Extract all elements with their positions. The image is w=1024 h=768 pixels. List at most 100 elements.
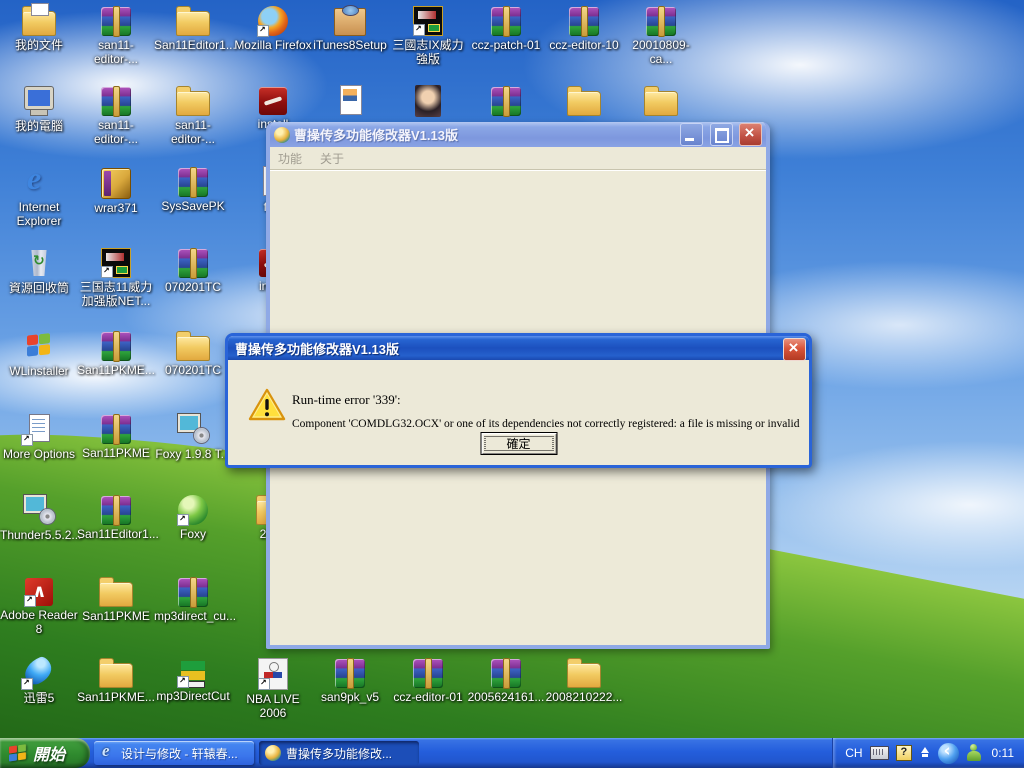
desktop-icon[interactable]: san11-editor-... (77, 5, 155, 68)
app-window-title: 曹操传多功能修改器V1.13版 (294, 125, 678, 144)
desktop-icon-label: San11PKME (82, 609, 150, 623)
round-blue-tray-icon[interactable] (938, 743, 959, 764)
desktop-icon[interactable]: 三國志IX威力強版 (389, 5, 467, 68)
desktop-icon-image (335, 659, 365, 688)
desktop-icon-image (176, 413, 210, 445)
window-controls (678, 123, 762, 146)
desktop-icon[interactable]: mp3direct_cu... (154, 576, 232, 625)
desktop-icon[interactable]: 070201TC (154, 330, 232, 379)
taskbar: 開始 设计与修改 - 轩辕春... 曹操传多功能修改... CH 0:11 (0, 738, 1024, 768)
desktop-icon-image (178, 249, 208, 278)
desktop-icon[interactable]: ccz-editor-01 (389, 657, 467, 706)
menu-item-about[interactable]: 关于 (320, 150, 344, 167)
dialog-close-button[interactable] (783, 338, 806, 361)
desktop-icon[interactable]: WLinstaller (0, 330, 78, 380)
start-label: 開始 (33, 741, 65, 765)
desktop-icon-image (22, 247, 56, 279)
desktop-icon[interactable]: 我的電腦 (0, 85, 78, 135)
hidden-icons-arrow[interactable] (919, 746, 931, 760)
desktop-icon-image (258, 6, 288, 36)
task-icon (265, 745, 281, 761)
ok-button[interactable]: 確定 (480, 432, 557, 455)
desktop-icon[interactable]: Foxy 1.9.8 T... (154, 413, 232, 463)
menu-bar: 功能 关于 (270, 147, 766, 170)
desktop-icon[interactable]: More Options (0, 413, 78, 463)
desktop-icon-label: 070201TC (165, 363, 221, 377)
desktop-icon[interactable]: San11PKME... (77, 657, 155, 706)
desktop-icon[interactable]: 2008210222... (545, 657, 623, 706)
error-text-line1: Run-time error '339': (292, 392, 401, 408)
app-window-titlebar[interactable]: 曹操传多功能修改器V1.13版 (270, 122, 766, 147)
desktop-icon[interactable]: 我的文件 (0, 5, 78, 54)
windows-logo-icon (8, 744, 28, 762)
desktop-icon[interactable]: SysSavePK (154, 166, 232, 215)
desktop-icon[interactable]: ccz-patch-01 (467, 5, 545, 54)
menu-item-function[interactable]: 功能 (278, 150, 302, 167)
desktop-icon[interactable]: San11Editor1... (154, 5, 232, 54)
desktop-icon[interactable]: san11-editor-... (154, 85, 232, 148)
desktop-icon[interactable]: San11PKME (77, 576, 155, 625)
desktop-icon-label: mp3DirectCut (156, 689, 229, 703)
desktop-icon-label: San11PKME... (77, 690, 155, 704)
desktop-icon[interactable]: San11PKME (77, 413, 155, 462)
desktop-icon[interactable]: San11PKME... (77, 330, 155, 379)
desktop-icon[interactable]: 資源回收筒 (0, 247, 78, 297)
desktop-icon-image (567, 663, 601, 688)
desktop-icon[interactable]: NBA LIVE 2006 (234, 657, 312, 722)
desktop-icon-image (101, 168, 131, 199)
language-indicator[interactable]: CH (845, 746, 862, 760)
desktop-icon-image (176, 336, 210, 361)
messenger-status-icon[interactable] (966, 744, 982, 762)
close-button[interactable] (739, 123, 762, 146)
desktop-icon[interactable]: 三国志11威力加强版NET... (77, 247, 155, 310)
desktop-icon-label: 2005624161... (468, 690, 545, 704)
help-icon[interactable] (896, 745, 912, 761)
desktop-icon-image (101, 248, 131, 278)
desktop-icon[interactable]: Internet Explorer (0, 166, 78, 230)
app-icon (274, 127, 290, 143)
desktop-icon-image (22, 85, 56, 117)
desktop-icon[interactable]: 070201TC (154, 247, 232, 296)
minimize-button[interactable] (680, 123, 703, 146)
task-label: 设计与修改 - 轩辕春... (121, 745, 238, 762)
desktop-icon-label: Internet Explorer (0, 200, 78, 228)
desktop-icon[interactable]: 20010809-ca... (622, 5, 700, 68)
keyboard-icon[interactable] (870, 746, 889, 760)
taskbar-task-button[interactable]: 曹操传多功能修改... (259, 741, 419, 765)
desktop-icon[interactable]: san11-editor-... (77, 85, 155, 148)
desktop: 我的文件 我的電腦 Internet Explorer 資源回收筒 WLinst… (0, 0, 1024, 768)
desktop-icon-image (415, 85, 441, 117)
desktop-icon-label: ccz-editor-10 (549, 38, 618, 52)
desktop-icon-label: WLinstaller (9, 364, 68, 378)
desktop-icon[interactable]: Adobe Reader 8 (0, 576, 78, 638)
desktop-icon[interactable]: mp3DirectCut (154, 657, 232, 705)
desktop-icon-image (644, 91, 678, 116)
start-button[interactable]: 開始 (0, 738, 90, 768)
desktop-icon[interactable]: wrar371 (77, 166, 155, 217)
desktop-icon[interactable]: Foxy (154, 494, 232, 543)
maximize-button[interactable] (710, 123, 733, 146)
desktop-icon-label: Foxy (180, 527, 206, 541)
desktop-icon-label: ccz-patch-01 (472, 38, 541, 52)
desktop-icon-image (491, 659, 521, 688)
desktop-icon[interactable]: Mozilla Firefox (234, 5, 312, 54)
desktop-icon-image (99, 663, 133, 688)
error-dialog-titlebar[interactable]: 曹操传多功能修改器V1.13版 (228, 336, 809, 360)
desktop-icon-image (569, 7, 599, 36)
desktop-icon[interactable]: iTunes8Setup (311, 5, 389, 54)
desktop-icon-image (99, 582, 133, 607)
desktop-icon[interactable]: 2005624161... (467, 657, 545, 706)
desktop-icon[interactable]: ccz-editor-10 (545, 5, 623, 54)
desktop-icon-label: 070201TC (165, 280, 221, 294)
desktop-icon[interactable]: 迅雷5 (0, 657, 78, 707)
taskbar-task-button[interactable]: 设计与修改 - 轩辕春... (94, 741, 254, 765)
desktop-icon-label: SysSavePK (161, 199, 224, 213)
desktop-icon[interactable]: san9pk_v5 (311, 657, 389, 706)
clock: 0:11 (992, 746, 1014, 760)
desktop-icon-image (178, 659, 208, 687)
desktop-icon-label: wrar371 (94, 201, 137, 215)
desktop-icon-image (491, 87, 521, 116)
desktop-icon-label: More Options (3, 447, 75, 461)
desktop-icon[interactable]: San11Editor1... (77, 494, 155, 543)
desktop-icon[interactable]: Thunder5.5.2... (0, 494, 78, 544)
